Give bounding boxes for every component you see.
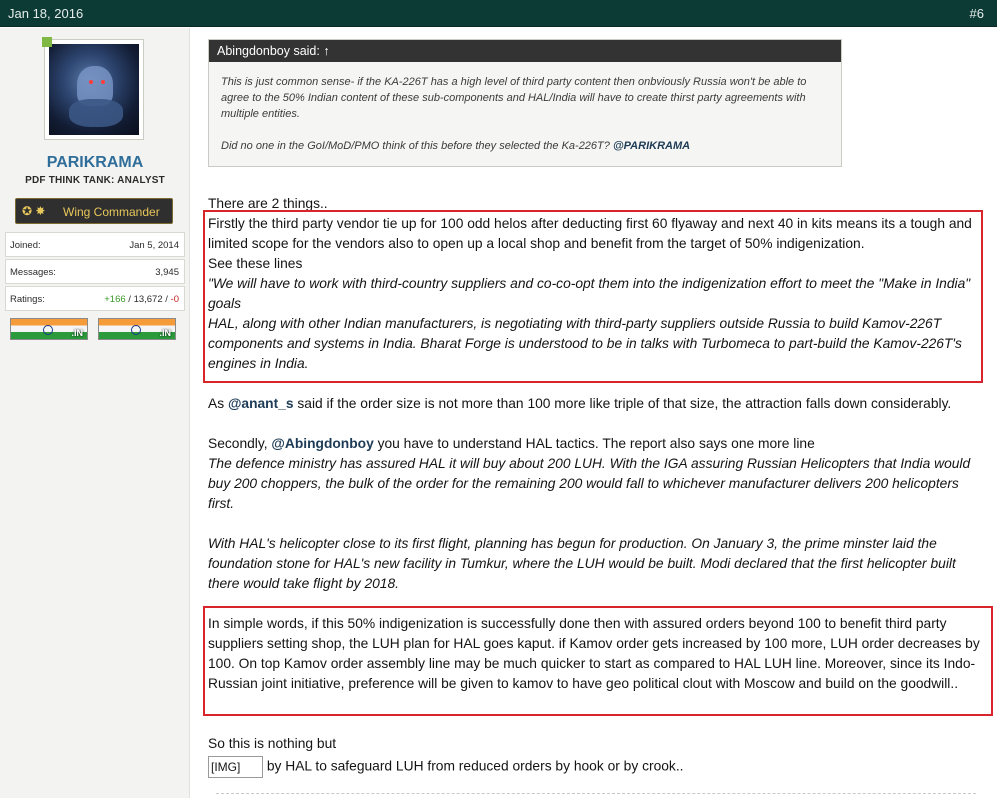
rank-label: Wing Commander [63,205,160,219]
stat-joined: Joined: Jan 5, 2014 [5,232,185,257]
user-title: PDF THINK TANK: ANALYST [25,175,165,186]
mention-link[interactable]: @PARIKRAMA [613,140,690,152]
mention-link[interactable]: @Abingdonboy [271,436,373,451]
ratings-positive: +166 [104,294,126,305]
user-stats: Joined: Jan 5, 2014 Messages: 3,945 Rati… [5,232,185,313]
post-paragraph: So this is nothing but [208,736,337,751]
ratings-neutral: 13,672 [133,294,163,305]
quote-body: This is just common sense- if the KA-226… [221,76,807,152]
india-flag-icon: .IN [10,318,88,340]
quote-block: Abingdonboy said: ↑ This is just common … [208,39,842,167]
rank-badge: ✪ ✸ Wing Commander [15,198,173,224]
broken-image-icon[interactable]: [IMG] [208,756,263,778]
post-paragraph: Secondly, @Abingdonboy you have to under… [208,436,971,591]
country-flags: .IN .IN [10,318,180,342]
post-divider [216,793,976,794]
user-sidebar: PARIKRAMA PDF THINK TANK: ANALYST ✪ ✸ Wi… [0,28,190,798]
post-paragraph: Firstly the third party vendor tie up fo… [208,216,972,371]
username[interactable]: PARIKRAMA [0,154,190,172]
avatar-image [49,44,139,135]
post-paragraph: In simple words, if this 50% indigenizat… [208,616,980,691]
post-date[interactable]: Jan 18, 2016 [8,6,83,21]
post-permalink[interactable]: #6 [970,6,984,21]
post-paragraph: [IMG] by HAL to safeguard LUH from reduc… [208,756,988,778]
stat-messages: Messages: 3,945 [5,259,185,284]
post-paragraph: As @anant_s said if the order size is no… [208,396,952,411]
rank-insignia-icon: ✪ ✸ [22,204,46,218]
mention-link[interactable]: @anant_s [228,396,294,411]
post-header: Jan 18, 2016 #6 [0,0,997,27]
india-flag-icon: .IN [98,318,176,340]
quote-author[interactable]: Abingdonboy said: ↑ [209,40,841,62]
post-content: Abingdonboy said: ↑ This is just common … [191,28,997,798]
online-indicator [42,37,52,47]
ratings-negative: -0 [170,294,179,305]
stat-ratings: Ratings: +166 / 13,672 / -0 [5,286,185,311]
avatar[interactable] [44,39,144,140]
